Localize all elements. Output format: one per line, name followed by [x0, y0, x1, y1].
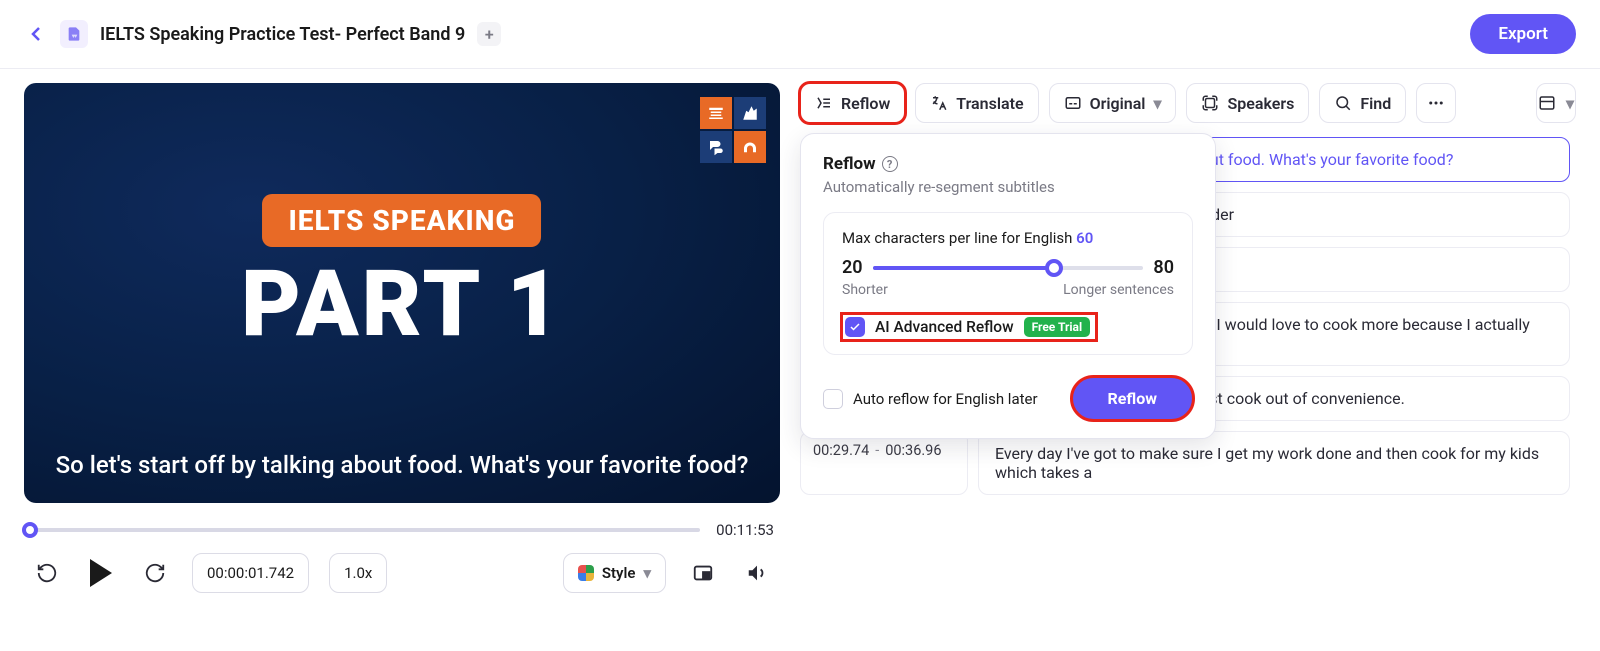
project-title: IELTS Speaking Practice Test- Perfect Ba… [100, 24, 465, 45]
layout-icon [1538, 94, 1556, 112]
reflow-icon [815, 94, 833, 112]
subtitle-row[interactable]: 00:29.74-00:36.96Every day I've got to m… [800, 431, 1570, 495]
search-icon [1334, 94, 1352, 112]
ai-advanced-row[interactable]: AI Advanced Reflow Free Trial [842, 314, 1096, 340]
style-button[interactable]: Style ▾ [563, 553, 666, 593]
skip-back-button[interactable] [30, 556, 64, 590]
reflow-label: Reflow [841, 94, 890, 113]
translate-label: Translate [956, 94, 1023, 113]
export-button[interactable]: Export [1470, 14, 1576, 54]
slider-max: 80 [1153, 257, 1174, 278]
original-dropdown[interactable]: Original ▾ [1049, 83, 1177, 123]
auto-reflow-label: Auto reflow for English later [853, 390, 1038, 408]
total-duration: 00:11:53 [716, 521, 774, 539]
reflow-run-button[interactable]: Reflow [1072, 377, 1193, 420]
project-icon [60, 20, 88, 48]
subtitle-text[interactable]: Every day I've got to make sure I get my… [978, 431, 1570, 495]
style-swatch-icon [578, 565, 594, 581]
auto-reflow-checkbox[interactable] [823, 389, 843, 409]
slider-label-longer: Longer sentences [1063, 282, 1174, 298]
reflow-popover: Reflow ? Automatically re-segment subtit… [800, 133, 1216, 439]
slider-handle[interactable] [1045, 259, 1063, 277]
popover-subtitle: Automatically re-segment subtitles [823, 178, 1193, 196]
style-label: Style [602, 564, 636, 582]
add-button[interactable]: + [477, 22, 501, 46]
reflow-button[interactable]: Reflow [800, 83, 905, 123]
playback-rate[interactable]: 1.0x [329, 553, 387, 593]
speakers-button[interactable]: Speakers [1186, 83, 1309, 123]
auto-reflow-row[interactable]: Auto reflow for English later [823, 389, 1038, 409]
play-icon [90, 559, 112, 587]
find-button[interactable]: Find [1319, 83, 1406, 123]
chevron-down-icon: ▾ [643, 564, 651, 582]
subtitle-timestamp[interactable]: 00:29.74-00:36.96 [800, 431, 968, 495]
help-icon[interactable]: ? [882, 156, 898, 172]
slider-label-shorter: Shorter [842, 282, 888, 298]
volume-button[interactable] [740, 556, 774, 590]
more-button[interactable] [1416, 83, 1456, 123]
fullscreen-button[interactable] [686, 556, 720, 590]
subtitle-toolbar: Reflow Translate Original ▾ Speakers Fin… [800, 83, 1576, 123]
skip-forward-button[interactable] [138, 556, 172, 590]
max-chars-value: 60 [1076, 229, 1093, 247]
original-label: Original [1090, 94, 1146, 113]
chevron-down-icon: ▾ [1566, 94, 1574, 113]
max-chars-slider[interactable] [873, 266, 1144, 270]
ai-advanced-label: AI Advanced Reflow [875, 318, 1014, 336]
back-button[interactable] [24, 22, 48, 46]
slider-min: 20 [842, 257, 863, 278]
video-preview[interactable]: IELTS SPEAKING PART 1 So let's start off… [24, 83, 780, 503]
ai-advanced-checkbox[interactable] [845, 317, 865, 337]
popover-title: Reflow ? [823, 154, 1193, 174]
find-label: Find [1360, 94, 1391, 113]
layout-button[interactable]: ▾ [1536, 83, 1576, 123]
translate-button[interactable]: Translate [915, 83, 1038, 123]
top-bar: IELTS Speaking Practice Test- Perfect Ba… [0, 0, 1600, 69]
speakers-icon [1201, 94, 1219, 112]
video-caption: So let's start off by talking about food… [24, 451, 780, 479]
subtitle-icon [1064, 94, 1082, 112]
more-icon [1427, 94, 1445, 112]
seek-bar[interactable] [30, 528, 700, 532]
video-badge-icons [700, 97, 766, 163]
max-chars-label: Max characters per line for English 60 [842, 229, 1174, 247]
seek-handle[interactable] [22, 522, 38, 538]
play-button[interactable] [84, 556, 118, 590]
video-overlay-title: PART 1 [241, 251, 563, 358]
chevron-down-icon: ▾ [1153, 94, 1161, 113]
speakers-label: Speakers [1227, 94, 1294, 113]
translate-icon [930, 94, 948, 112]
free-trial-badge: Free Trial [1024, 317, 1091, 337]
video-overlay-badge: IELTS SPEAKING [262, 194, 541, 247]
timecode-input[interactable]: 00:00:01.742 [192, 553, 309, 593]
